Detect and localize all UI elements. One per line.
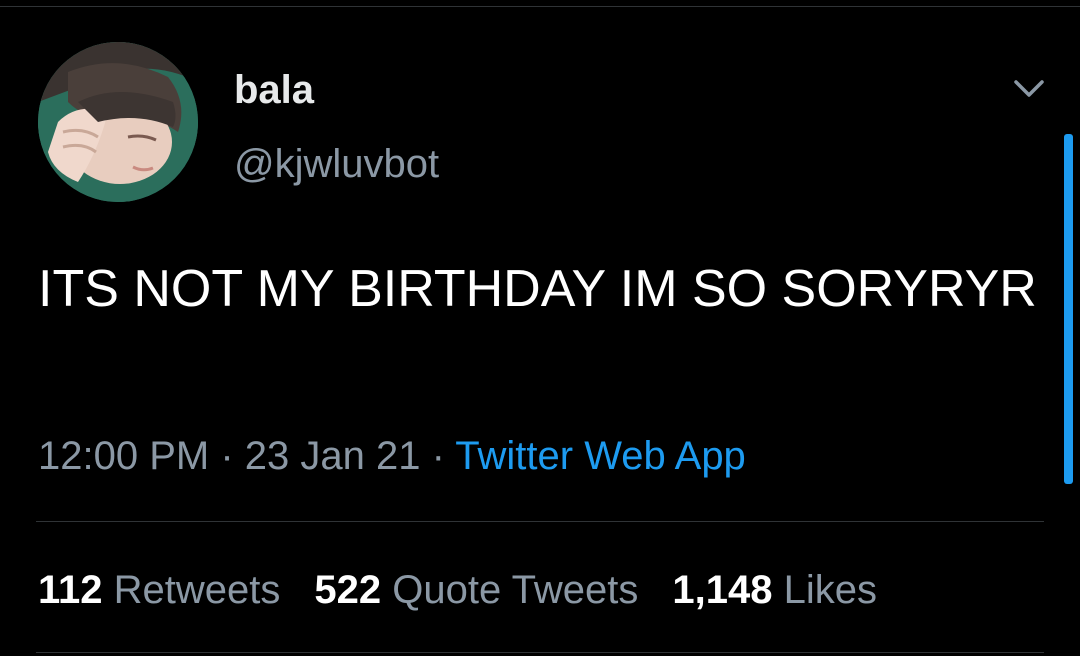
tweet-source-link[interactable]: Twitter Web App [455,434,746,478]
bottom-divider [36,652,1044,653]
avatar[interactable] [38,42,198,202]
retweets-label: Retweets [113,568,281,612]
meta-separator: · [209,434,245,478]
avatar-image [38,42,198,202]
retweets-stat[interactable]: 112 Retweets [38,568,280,612]
quote-tweets-count: 522 [314,568,382,612]
top-divider [0,6,1080,7]
tweet-text: ITS NOT MY BIRTHDAY IM SO SORYRYR [38,260,1037,318]
likes-label: Likes [783,568,877,612]
tweet-date[interactable]: 23 Jan 21 [245,434,421,478]
divider [36,521,1044,522]
tweet-meta: 12:00 PM · 23 Jan 21 · Twitter Web App [38,430,746,482]
quote-tweets-stat[interactable]: 522 Quote Tweets [314,568,638,612]
likes-stat[interactable]: 1,148 Likes [672,568,877,612]
scrollbar[interactable] [1064,134,1073,484]
retweets-count: 112 [38,568,103,612]
tweet-time[interactable]: 12:00 PM [38,434,209,478]
likes-count: 1,148 [672,568,773,612]
quote-tweets-label: Quote Tweets [392,568,639,612]
user-handle[interactable]: @kjwluvbot [234,140,439,188]
meta-separator: · [420,434,456,478]
chevron-down-icon[interactable] [1008,72,1050,104]
tweet-stats: 112 Retweets 522 Quote Tweets 1,148 Likes [38,564,911,616]
display-name[interactable]: bala [234,66,314,114]
